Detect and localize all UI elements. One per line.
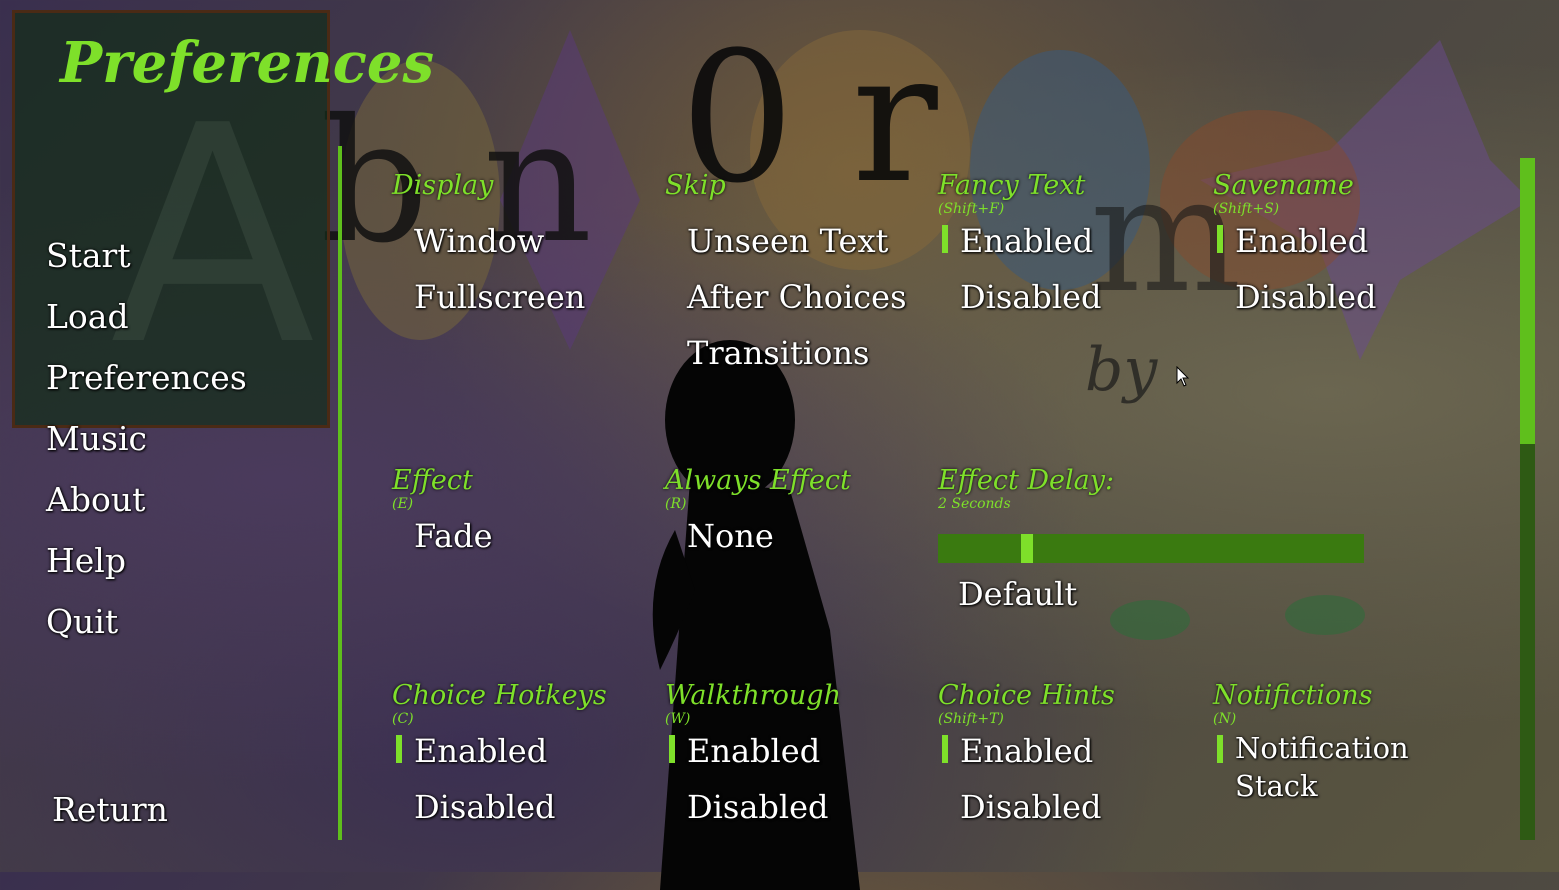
effect-label: Effect	[392, 465, 473, 496]
choice-hints-label: Choice Hints	[938, 680, 1115, 711]
effect-delay-slider[interactable]	[938, 534, 1364, 563]
svg-text:by: by	[1085, 335, 1158, 405]
main-menu: Start Load Preferences Music About Help …	[46, 232, 247, 659]
mouse-cursor-icon	[1176, 366, 1190, 387]
effect-hotkey: (E)	[392, 496, 414, 512]
skip-after-choices-option[interactable]: After Choices	[665, 275, 925, 331]
nav-music[interactable]: Music	[46, 415, 247, 476]
nav-help[interactable]: Help	[46, 537, 247, 598]
savename-disabled-option[interactable]: Disabled	[1213, 275, 1473, 331]
skip-group: Skip Unseen Text After Choices Transitio…	[665, 170, 925, 387]
choice-hotkeys-label: Choice Hotkeys	[392, 680, 607, 711]
display-fullscreen-option[interactable]: Fullscreen	[392, 275, 652, 331]
choice-hotkeys-disabled-option[interactable]: Disabled	[392, 785, 652, 841]
display-window-option[interactable]: Window	[392, 219, 652, 275]
effect-delay-label: Effect Delay:	[938, 465, 1115, 496]
notifications-option-line1: Notification	[1235, 731, 1409, 765]
notifications-option-line2: Stack	[1235, 769, 1318, 803]
walkthrough-group: Walkthrough (W) Enabled Disabled	[665, 680, 925, 841]
effect-delay-value: 2 Seconds	[938, 496, 1011, 512]
nav-preferences[interactable]: Preferences	[46, 354, 247, 415]
savename-group: Savename (Shift+S) Enabled Disabled	[1213, 170, 1473, 331]
always-effect-group: Always Effect (R) None	[665, 465, 925, 570]
walkthrough-enabled-option[interactable]: Enabled	[665, 729, 925, 785]
scrollbar-thumb[interactable]	[1520, 158, 1535, 444]
fancy-text-label: Fancy Text	[938, 170, 1086, 201]
nav-start[interactable]: Start	[46, 232, 247, 293]
return-button[interactable]: Return	[52, 790, 168, 829]
choice-hints-disabled-option[interactable]: Disabled	[938, 785, 1198, 841]
effect-group: Effect (E) Fade	[392, 465, 652, 570]
always-effect-hotkey: (R)	[665, 496, 687, 512]
notifications-hotkey: (N)	[1213, 711, 1237, 727]
page-title: Preferences	[60, 30, 435, 96]
choice-hotkeys-enabled-option[interactable]: Enabled	[392, 729, 652, 785]
fancy-text-hotkey: (Shift+F)	[938, 201, 1005, 217]
walkthrough-hotkey: (W)	[665, 711, 691, 727]
savename-label: Savename	[1213, 170, 1354, 201]
skip-transitions-option[interactable]: Transitions	[665, 331, 925, 387]
always-effect-none-option[interactable]: None	[665, 514, 925, 570]
savename-enabled-option[interactable]: Enabled	[1213, 219, 1473, 275]
nav-load[interactable]: Load	[46, 293, 247, 354]
fancy-text-disabled-option[interactable]: Disabled	[938, 275, 1198, 331]
fancy-text-group: Fancy Text (Shift+F) Enabled Disabled	[938, 170, 1198, 331]
notifications-label: Notifictions	[1213, 680, 1373, 711]
notifications-group: Notifictions (N) Notification Stack	[1213, 680, 1473, 805]
display-label: Display	[392, 170, 494, 201]
display-group: Display Window Fullscreen	[392, 170, 652, 331]
savename-hotkey: (Shift+S)	[1213, 201, 1280, 217]
walkthrough-label: Walkthrough	[665, 680, 841, 711]
notifications-option[interactable]: Notification Stack	[1213, 729, 1473, 805]
always-effect-label: Always Effect	[665, 465, 851, 496]
effect-fade-option[interactable]: Fade	[392, 514, 652, 570]
choice-hotkeys-group: Choice Hotkeys (C) Enabled Disabled	[392, 680, 652, 841]
effect-delay-slider-thumb[interactable]	[1021, 534, 1033, 563]
effect-delay-default-button[interactable]: Default	[936, 572, 1077, 628]
nav-quit[interactable]: Quit	[46, 598, 247, 659]
walkthrough-disabled-option[interactable]: Disabled	[665, 785, 925, 841]
nav-about[interactable]: About	[46, 476, 247, 537]
choice-hotkeys-hotkey: (C)	[392, 711, 414, 727]
choice-hints-enabled-option[interactable]: Enabled	[938, 729, 1198, 785]
preferences-scrollbar[interactable]	[1520, 158, 1535, 840]
skip-unseen-text-option[interactable]: Unseen Text	[665, 219, 925, 275]
effect-delay-group: Effect Delay: 2 Seconds	[938, 465, 1198, 514]
choice-hints-hotkey: (Shift+T)	[938, 711, 1004, 727]
menu-divider	[338, 146, 342, 840]
skip-label: Skip	[665, 170, 726, 201]
choice-hints-group: Choice Hints (Shift+T) Enabled Disabled	[938, 680, 1198, 841]
fancy-text-enabled-option[interactable]: Enabled	[938, 219, 1198, 275]
